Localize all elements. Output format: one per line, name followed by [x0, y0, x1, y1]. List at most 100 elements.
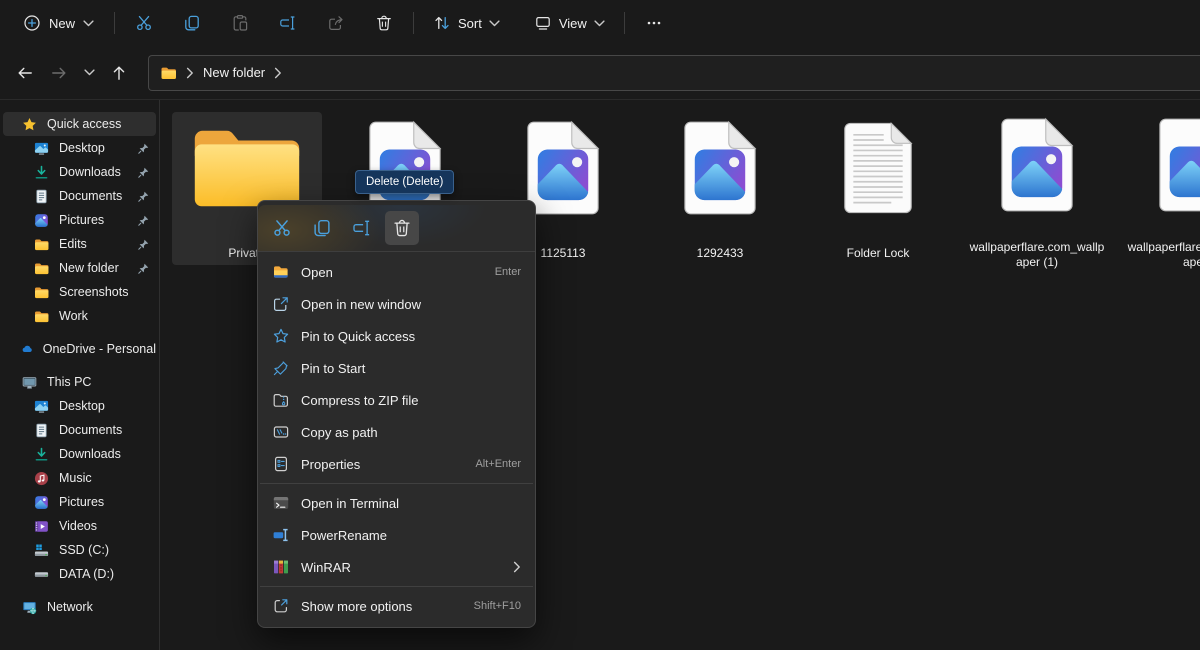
open-folder-icon — [272, 263, 290, 281]
star-icon — [22, 117, 37, 132]
menu-item-open-in-new-window[interactable]: Open in new window — [258, 288, 535, 320]
sidebar-item-quick-access[interactable]: Quick access — [3, 112, 156, 136]
navigation-pane: Quick access Desktop Downloads Documents… — [0, 100, 160, 650]
pin-icon — [137, 190, 150, 203]
cut-button[interactable] — [124, 6, 164, 40]
back-button[interactable] — [8, 57, 42, 89]
new-button-label: New — [49, 16, 75, 31]
view-button-label: View — [559, 16, 587, 31]
copy-icon — [312, 218, 332, 238]
sidebar-item-pictures[interactable]: Pictures — [3, 208, 156, 232]
forward-button[interactable] — [42, 57, 76, 89]
sidebar-item-onedrive[interactable]: OneDrive - Personal — [3, 337, 156, 361]
paste-button[interactable] — [220, 6, 260, 40]
computer-icon — [22, 375, 37, 390]
forward-icon — [50, 64, 68, 82]
zip-folder-icon — [272, 391, 290, 409]
delete-button[interactable] — [364, 6, 404, 40]
document-icon — [34, 423, 49, 438]
powerrename-icon — [272, 526, 290, 544]
up-button[interactable] — [102, 57, 136, 89]
breadcrumb-location[interactable]: New folder — [203, 65, 265, 80]
file-item-1292433[interactable]: 1292433 — [645, 112, 795, 265]
sidebar-item-documents[interactable]: Documents — [3, 184, 156, 208]
sidebar-item-work[interactable]: Work — [3, 304, 156, 328]
sidebar-item-videos[interactable]: Videos — [3, 514, 156, 538]
command-toolbar: New Sort View — [0, 0, 1200, 46]
copy-button[interactable] — [305, 211, 339, 245]
sidebar-item-ssd-c[interactable]: SSD (C:) — [3, 538, 156, 562]
rename-button[interactable] — [268, 6, 308, 40]
desktop-icon — [34, 399, 49, 414]
sidebar-item-desktop-pc[interactable]: Desktop — [3, 394, 156, 418]
file-name: Folder Lock — [803, 246, 953, 261]
file-item-wallpaperflare-1[interactable]: wallpaperflare.com_wallpaper (1) — [962, 112, 1112, 265]
properties-icon — [272, 455, 290, 473]
sidebar-item-this-pc[interactable]: This PC — [3, 370, 156, 394]
toolbar-separator — [114, 12, 115, 34]
sidebar-item-downloads-pc[interactable]: Downloads — [3, 442, 156, 466]
menu-item-open[interactable]: Open Enter — [258, 256, 535, 288]
file-item-wallpaperflare-2[interactable]: wallpaperflare.com_wallpaper — [1120, 112, 1200, 265]
copy-button[interactable] — [172, 6, 212, 40]
see-more-button[interactable] — [634, 6, 674, 40]
recent-locations-button[interactable] — [76, 57, 102, 89]
sort-button[interactable]: Sort — [423, 6, 510, 40]
menu-item-powerrename[interactable]: PowerRename — [258, 519, 535, 551]
download-icon — [34, 165, 49, 180]
image-file-icon — [1157, 116, 1200, 214]
sidebar-item-screenshots[interactable]: Screenshots — [3, 280, 156, 304]
network-icon — [22, 600, 37, 615]
music-icon — [34, 471, 49, 486]
delete-button[interactable] — [385, 211, 419, 245]
pin-outline-icon — [272, 359, 290, 377]
pin-icon — [137, 142, 150, 155]
context-menu-command-bar — [258, 205, 535, 252]
sidebar-item-edits[interactable]: Edits — [3, 232, 156, 256]
navigation-bar: New folder — [0, 46, 1200, 100]
breadcrumb-chevron-icon — [186, 67, 194, 79]
file-explorer-window: New Sort View New folde — [0, 0, 1200, 650]
chevron-down-icon — [594, 20, 605, 27]
sidebar-item-network[interactable]: Network — [3, 595, 156, 619]
view-icon — [534, 14, 552, 32]
menu-item-open-in-terminal[interactable]: Open in Terminal — [258, 487, 535, 519]
file-name: wallpaperflare.com_wallpaper (1) — [962, 240, 1112, 270]
drive-windows-icon — [34, 543, 49, 558]
share-icon — [327, 14, 345, 32]
menu-item-pin-to-start[interactable]: Pin to Start — [258, 352, 535, 384]
copy-path-icon — [272, 423, 290, 441]
chevron-down-icon — [84, 69, 95, 76]
view-button[interactable]: View — [524, 6, 615, 40]
sidebar-item-music[interactable]: Music — [3, 466, 156, 490]
address-bar[interactable]: New folder — [148, 55, 1200, 91]
download-icon — [34, 447, 49, 462]
sidebar-item-downloads[interactable]: Downloads — [3, 160, 156, 184]
menu-item-winrar[interactable]: WinRAR — [258, 551, 535, 583]
document-icon — [34, 189, 49, 204]
delete-icon — [375, 14, 393, 32]
rename-button[interactable] — [345, 211, 379, 245]
submenu-chevron-icon — [513, 561, 521, 573]
file-name: 1292433 — [645, 246, 795, 261]
new-button[interactable]: New — [12, 6, 105, 40]
sidebar-item-new-folder[interactable]: New folder — [3, 256, 156, 280]
menu-item-compress-to-zip[interactable]: Compress to ZIP file — [258, 384, 535, 416]
text-file-icon — [841, 116, 915, 220]
sidebar-item-data-d[interactable]: DATA (D:) — [3, 562, 156, 586]
menu-item-properties[interactable]: Properties Alt+Enter — [258, 448, 535, 480]
cut-button[interactable] — [265, 211, 299, 245]
sort-icon — [433, 14, 451, 32]
sidebar-item-pictures-pc[interactable]: Pictures — [3, 490, 156, 514]
share-button[interactable] — [316, 6, 356, 40]
file-item-folder-lock[interactable]: Folder Lock — [803, 112, 953, 265]
videos-icon — [34, 519, 49, 534]
breadcrumb-chevron-icon — [274, 67, 282, 79]
chevron-down-icon — [83, 20, 94, 27]
sidebar-item-documents-pc[interactable]: Documents — [3, 418, 156, 442]
sort-button-label: Sort — [458, 16, 482, 31]
menu-item-show-more-options[interactable]: Show more options Shift+F10 — [258, 590, 535, 622]
menu-item-copy-as-path[interactable]: Copy as path — [258, 416, 535, 448]
sidebar-item-desktop[interactable]: Desktop — [3, 136, 156, 160]
menu-item-pin-to-quick-access[interactable]: Pin to Quick access — [258, 320, 535, 352]
